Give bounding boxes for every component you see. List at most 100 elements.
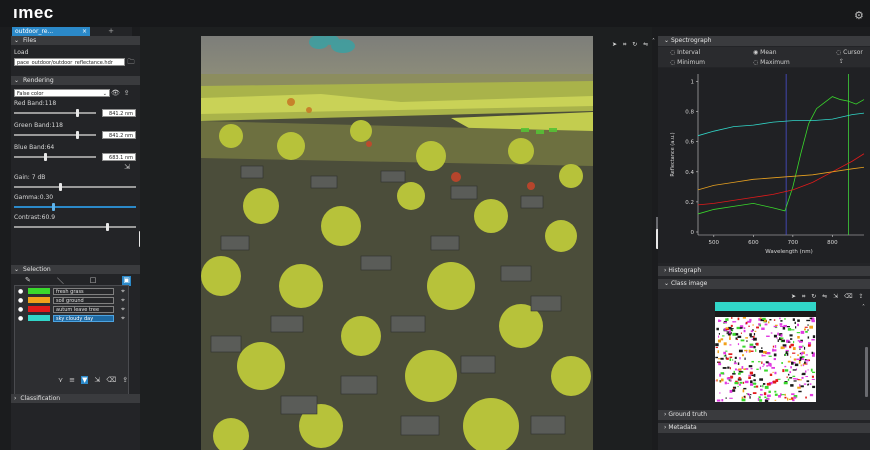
- class-image-scrollbar[interactable]: [865, 347, 868, 397]
- pipette-icon[interactable]: ⌖: [118, 305, 128, 313]
- pipette-icon[interactable]: ⌖: [118, 296, 128, 304]
- spectrograph-chart[interactable]: 0 0.2 0.4 0.6 0.8 1 500 600 700 800 Wavelength (nm…: [658, 68, 870, 263]
- delete-icon[interactable]: ⌫: [844, 293, 854, 300]
- minimum-option[interactable]: ◌ Minimum: [670, 59, 705, 66]
- false-color-image[interactable]: [201, 36, 593, 450]
- chevron-up-icon[interactable]: ˄: [862, 304, 865, 311]
- cursor-option[interactable]: ◌ Cursor: [836, 49, 863, 56]
- class-pixel: [789, 356, 792, 358]
- add-tab-button[interactable]: +: [90, 27, 132, 36]
- chevron-down-icon: ⌄: [664, 280, 671, 287]
- blue-band-wavelength[interactable]: 683.1 nm: [102, 153, 136, 161]
- red-band-knob[interactable]: [76, 109, 80, 117]
- red-band-wavelength[interactable]: 841.2 nm: [102, 109, 136, 117]
- tab-outdoor-reflectance[interactable]: outdoor_re... ×: [12, 27, 90, 36]
- class-pixel: [773, 349, 777, 352]
- selection-name[interactable]: autum leave tree: [53, 305, 114, 313]
- delete-icon[interactable]: ⌫: [106, 376, 116, 384]
- class-pixel: [759, 378, 764, 381]
- color-swatch[interactable]: [28, 288, 50, 294]
- blue-band-knob[interactable]: [44, 153, 48, 161]
- class-pixel: [782, 326, 786, 330]
- save-icon[interactable]: ▼: [81, 376, 89, 384]
- selection-name[interactable]: soil ground: [53, 296, 114, 304]
- color-swatch[interactable]: [28, 315, 50, 321]
- crop-icon[interactable]: ⌗: [802, 293, 807, 300]
- selection-name[interactable]: fresh grass: [53, 287, 114, 295]
- eye-icon[interactable]: ●: [18, 315, 28, 322]
- export-icon[interactable]: ⇪: [121, 89, 132, 97]
- export-icon[interactable]: ⇪: [859, 293, 866, 300]
- gamma-knob[interactable]: [52, 202, 56, 211]
- class-pixel: [762, 383, 766, 385]
- eye-icon[interactable]: 👁: [110, 89, 121, 97]
- mean-label: Mean: [760, 49, 777, 56]
- selection-name[interactable]: sky cloudy day: [53, 314, 114, 322]
- class-pixel: [780, 320, 783, 322]
- file-path-field[interactable]: pace_outdoor/outdoor_reflectance.hdr: [14, 58, 125, 66]
- selection-item[interactable]: ● soil ground ⌖: [15, 296, 128, 304]
- selection-item[interactable]: ● sky cloudy day ⌖: [15, 314, 128, 322]
- list-icon[interactable]: ≡: [69, 376, 75, 384]
- import-icon[interactable]: ⇲: [94, 376, 100, 384]
- interval-label: Interval: [677, 49, 701, 56]
- color-swatch[interactable]: [28, 297, 50, 303]
- green-band-slider[interactable]: [14, 131, 96, 139]
- flip-icon[interactable]: ⇋: [822, 293, 829, 300]
- close-icon[interactable]: ×: [82, 27, 87, 36]
- folder-open-icon[interactable]: 🗀: [125, 58, 137, 66]
- green-band-wavelength[interactable]: 841.2 nm: [102, 131, 136, 139]
- spectrograph-header[interactable]: ⌄ Spectrograph: [658, 36, 870, 46]
- eye-icon[interactable]: ●: [18, 288, 28, 295]
- cursor-icon[interactable]: ➤: [791, 293, 798, 300]
- classification-header[interactable]: › Classification: [11, 394, 140, 403]
- rotate-icon[interactable]: ↻: [632, 41, 639, 48]
- files-header[interactable]: ⌄ Files: [11, 36, 140, 45]
- import-icon[interactable]: ⇲: [833, 293, 840, 300]
- maximum-option[interactable]: ◌ Maximum: [753, 59, 790, 66]
- contrast-knob[interactable]: [105, 222, 109, 231]
- class-pixel: [801, 376, 804, 379]
- green-band-knob[interactable]: [76, 131, 80, 139]
- image-viewer[interactable]: ➤ ⌗ ↻ ⇋: [140, 27, 658, 450]
- class-pixel: [807, 384, 809, 386]
- export-icon[interactable]: ⇪: [839, 58, 844, 65]
- metadata-header[interactable]: › Metadata: [658, 423, 870, 433]
- gain-slider[interactable]: [14, 182, 136, 191]
- mean-option[interactable]: ◉ Mean: [753, 49, 777, 56]
- color-swatch[interactable]: [28, 306, 50, 312]
- export-icon[interactable]: ⇲: [124, 163, 130, 171]
- contrast-slider[interactable]: [14, 222, 136, 231]
- eye-icon[interactable]: ●: [18, 297, 28, 304]
- gain-knob[interactable]: [59, 182, 63, 191]
- selection-item[interactable]: ● fresh grass ⌖: [15, 287, 128, 295]
- ground-truth-header[interactable]: › Ground truth: [658, 410, 870, 420]
- selection-header[interactable]: ⌄ Selection: [11, 265, 140, 274]
- eye-icon[interactable]: ●: [18, 306, 28, 313]
- histograph-header[interactable]: › Histograph: [658, 266, 870, 276]
- class-pixel: [806, 319, 811, 322]
- gamma-slider[interactable]: [14, 202, 136, 211]
- class-pixel: [748, 374, 753, 376]
- red-band-slider[interactable]: [14, 109, 96, 117]
- crop-icon[interactable]: ⌗: [623, 41, 628, 48]
- class-pixel: [764, 323, 768, 326]
- gear-icon[interactable]: ⚙: [854, 10, 866, 22]
- class-pixel: [743, 329, 746, 333]
- export-icon[interactable]: ⇪: [122, 376, 128, 384]
- merge-icon[interactable]: ⋎: [58, 376, 63, 384]
- blue-band-slider[interactable]: [14, 153, 96, 161]
- class-image-header[interactable]: ⌄ Class image: [658, 279, 870, 289]
- flip-icon[interactable]: ⇋: [643, 41, 650, 48]
- render-mode-select[interactable]: False color ⌄: [14, 88, 110, 97]
- selection-item[interactable]: ● autum leave tree ⌖: [15, 305, 128, 313]
- pipette-icon[interactable]: ⌖: [118, 314, 128, 322]
- class-pixel: [789, 334, 793, 337]
- cursor-icon[interactable]: ➤: [612, 41, 619, 48]
- interval-option[interactable]: ◌ Interval: [670, 49, 700, 56]
- class-image-map[interactable]: [715, 302, 816, 402]
- pipette-icon[interactable]: ⌖: [118, 287, 128, 295]
- chevron-up-icon[interactable]: ˄: [652, 38, 655, 45]
- rendering-header[interactable]: ⌄ Rendering: [11, 76, 140, 85]
- rotate-icon[interactable]: ↻: [811, 293, 818, 300]
